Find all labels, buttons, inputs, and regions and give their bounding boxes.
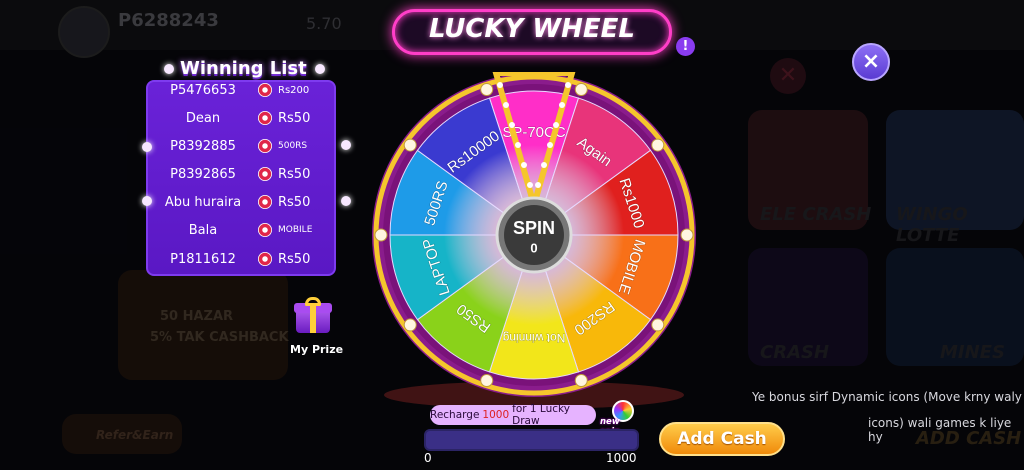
winner-prize: Rs50 <box>278 166 311 182</box>
progress-min-label: 0 <box>424 451 432 465</box>
winner-name: P5476653 <box>170 82 236 98</box>
recharge-prefix: Recharge <box>430 409 480 421</box>
pointer-bulb <box>497 82 503 88</box>
winning-list-row: Dean Rs50 <box>148 104 334 132</box>
light-dot <box>142 142 152 152</box>
pointer-bulb <box>559 102 565 108</box>
light-dot <box>142 196 152 206</box>
pointer-bulb <box>515 142 521 148</box>
pointer-bulb <box>553 122 559 128</box>
wheel-rim-bulb <box>651 138 665 152</box>
help-icon[interactable]: ! <box>676 37 695 56</box>
chip-icon <box>258 223 272 237</box>
chip-icon <box>258 252 272 266</box>
winner-prize: Rs200 <box>278 84 310 96</box>
winning-list-row: P1811612 Rs50 <box>148 245 334 273</box>
winner-prize: Rs50 <box>278 110 311 126</box>
winner-name: Dean <box>185 110 221 126</box>
spin-button-label: SPIN <box>513 218 555 238</box>
winner-name: P8392885 <box>170 138 236 154</box>
pointer-bulb <box>535 182 541 188</box>
wheel-rim-bulb <box>680 228 694 242</box>
light-dot <box>341 196 351 206</box>
gift-icon[interactable] <box>294 297 332 333</box>
progress-max-label: 1000 <box>606 451 637 465</box>
wheel-segment-label: Not winning <box>503 331 566 345</box>
pointer-bulb <box>565 82 571 88</box>
wheel-rim-bulb <box>651 318 665 332</box>
chip-icon <box>258 139 272 153</box>
recharge-amount: 1000 <box>482 409 510 421</box>
pointer-bulb <box>503 102 509 108</box>
winner-name: Bala <box>188 222 218 238</box>
close-button[interactable]: × <box>852 43 890 81</box>
add-cash-button[interactable]: Add Cash <box>659 422 785 456</box>
wheel-rim-bulb <box>403 138 417 152</box>
winner-name: P1811612 <box>170 251 236 267</box>
pointer-bulb <box>521 162 527 168</box>
winner-prize: Rs50 <box>278 251 311 267</box>
bonus-hint-line-2: icons) wali games k liye hy <box>868 416 1012 444</box>
wheel-rim-bulb <box>480 374 494 388</box>
lucky-wheel: SP-70CCAgainRs1000MOBILERS200Not winning… <box>372 72 696 409</box>
chip-icon <box>258 83 272 97</box>
wheel-rim-bulb <box>574 82 588 96</box>
winner-prize: MOBILE <box>278 225 313 235</box>
wheel-rim-bulb <box>480 82 494 96</box>
wheel-rim-bulb <box>574 374 588 388</box>
pointer-bulb <box>509 122 515 128</box>
chip-icon <box>258 111 272 125</box>
light-dot <box>315 64 325 74</box>
pointer-bulb <box>541 162 547 168</box>
wheel-rim-bulb <box>403 318 417 332</box>
winning-list-row: P5476653 Rs200 <box>148 82 334 104</box>
recharge-suffix: for 1 Lucky Draw <box>512 403 570 427</box>
winning-list-row: P8392885 500RS <box>148 132 334 160</box>
my-prize-label[interactable]: My Prize <box>290 343 343 356</box>
gift-ribbon-shape <box>310 303 316 333</box>
wheel-rim-bulb <box>374 228 388 242</box>
light-dot <box>164 64 174 74</box>
chip-icon <box>258 167 272 181</box>
chip-icon <box>258 195 272 209</box>
recharge-info: Recharge 1000 for 1 Lucky Draw <box>430 403 596 427</box>
winning-list-panel: P5476653 Rs200 Dean Rs50 P8392885 500RS … <box>146 80 336 276</box>
winning-list-row: Bala MOBILE <box>148 216 334 244</box>
recharge-progress-bar <box>424 429 639 451</box>
pointer-bulb <box>527 182 533 188</box>
dialog-title: LUCKY WHEEL <box>429 14 635 44</box>
winner-name: Abu huraira <box>164 194 242 210</box>
spin-count: 0 <box>530 240 537 255</box>
winner-prize: Rs50 <box>278 194 311 210</box>
winner-prize: 500RS <box>278 141 308 151</box>
bonus-hint-line-1: Ye bonus sirf Dynamic icons (Move krny w… <box>752 390 1022 404</box>
winning-list-row: Abu huraira Rs50 <box>148 188 334 216</box>
winner-name: P8392865 <box>170 166 236 182</box>
new-spin-badge: new spin <box>600 400 642 437</box>
winning-list-row: P8392865 Rs50 <box>148 160 334 188</box>
winning-list-title: Winning List <box>180 58 307 79</box>
light-dot <box>341 140 351 150</box>
gift-bow-shape <box>305 297 321 306</box>
pointer-bulb <box>547 142 553 148</box>
